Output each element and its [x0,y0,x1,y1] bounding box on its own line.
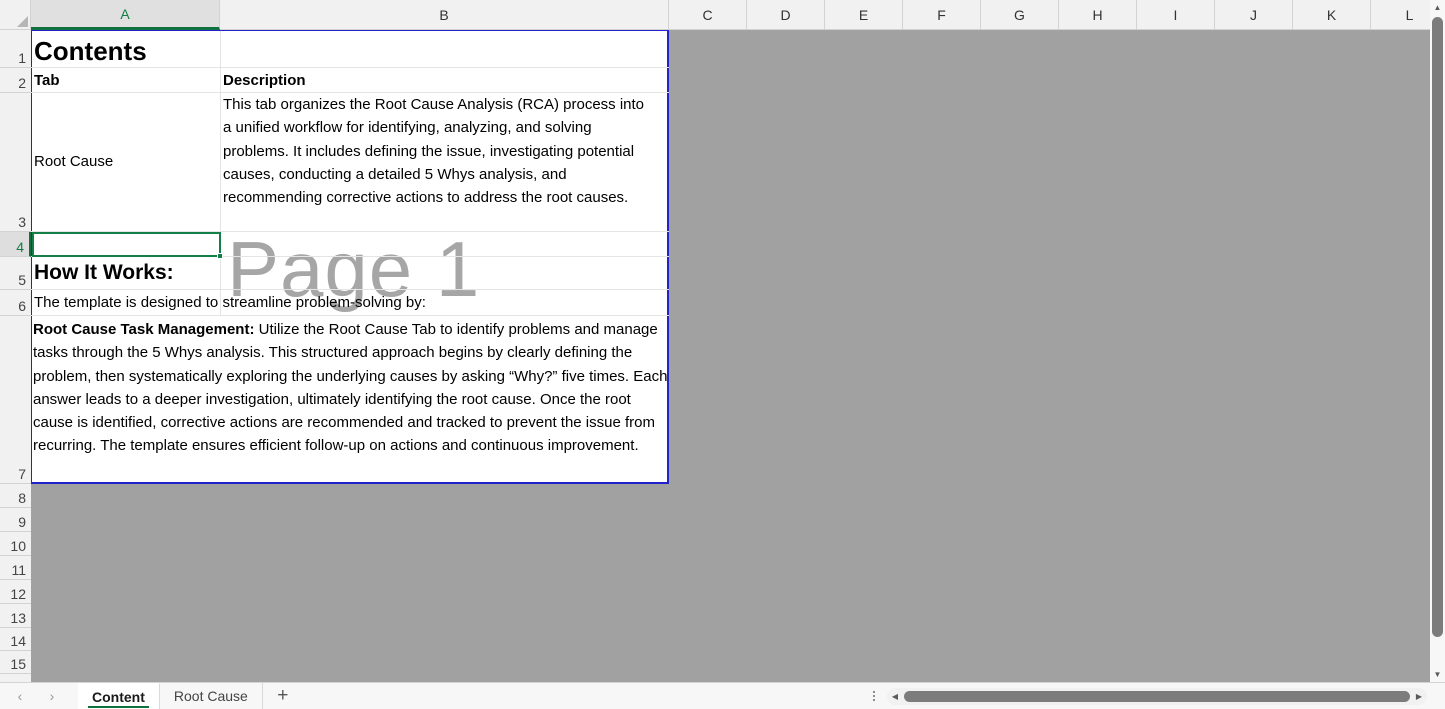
column-header-f[interactable]: F [903,0,981,30]
row-header-5[interactable]: 5 [0,257,31,290]
grid-body[interactable]: Page 1 Contents Tab Description Root Cau… [31,30,1430,682]
spreadsheet-app: ABCDEFGHIJKL 12345678910111213141516 Pag… [0,0,1445,709]
column-header-j[interactable]: J [1215,0,1293,30]
row-header-7[interactable]: 7 [0,316,31,484]
select-all-corner[interactable] [0,0,31,30]
row-header-2[interactable]: 2 [0,68,31,93]
column-header-strip: ABCDEFGHIJKL [0,0,1445,30]
print-area-top-border [31,30,669,31]
column-header-g[interactable]: G [981,0,1059,30]
cell-A6[interactable]: The template is designed to streamline p… [34,291,634,315]
row-header-12[interactable]: 12 [0,580,31,604]
column-header-i[interactable]: I [1137,0,1215,30]
column-header-k[interactable]: K [1293,0,1371,30]
row-header-strip: 12345678910111213141516 [0,30,31,697]
row-header-6[interactable]: 6 [0,290,31,316]
cell-A5-text: How It Works: [34,261,174,284]
sheet-tab-bar: ‹ › Content Root Cause + ◀ ▶ [0,682,1445,709]
cell-A3-text: Root Cause [34,153,114,171]
row-header-3[interactable]: 3 [0,93,31,232]
horizontal-scrollbar[interactable]: ◀ ▶ [887,687,1427,705]
horizontal-scroll-thumb[interactable] [904,690,1410,702]
column-header-c[interactable]: C [669,0,747,30]
sheet-tabs-list: Content Root Cause [78,682,263,709]
cell-A1-text: Contents [34,36,147,66]
cell-A6-text: The template is designed to streamline p… [34,294,426,311]
row-header-4[interactable]: 4 [0,232,31,257]
sheet-tab-content[interactable]: Content [78,682,160,709]
cell-A7-lead-text: Root Cause Task Management: [33,321,255,338]
prev-sheet-arrow-icon[interactable]: ‹ [12,688,28,704]
column-header-d[interactable]: D [747,0,825,30]
row-header-11[interactable]: 11 [0,556,31,580]
cell-A1[interactable]: Contents [34,34,218,67]
scroll-left-arrow-icon[interactable]: ◀ [887,692,903,701]
vertical-scroll-thumb[interactable] [1432,17,1443,637]
row-header-14[interactable]: 14 [0,628,31,651]
cells-layer: Contents Tab Description Root Cause This… [31,30,669,484]
row-header-10[interactable]: 10 [0,532,31,556]
vertical-scrollbar[interactable]: ▲ ▼ [1430,0,1445,682]
cell-A3[interactable]: Root Cause [34,93,218,231]
horizontal-split-handle[interactable] [861,690,887,702]
column-header-h[interactable]: H [1059,0,1137,30]
row-header-1[interactable]: 1 [0,30,31,68]
gridline-col-a-b [220,30,221,315]
column-header-b[interactable]: B [220,0,669,30]
cell-B3[interactable]: This tab organizes the Root Cause Analys… [223,93,653,233]
fill-handle[interactable] [217,253,223,259]
cell-A7-body-text: Utilize the Root Cause Tab to identify p… [33,321,668,455]
cell-B2-text: Description [223,72,306,89]
scroll-up-arrow-icon[interactable]: ▲ [1430,0,1445,15]
row-header-15[interactable]: 15 [0,651,31,674]
active-cell-indicator[interactable] [32,232,223,259]
gridline-row6 [31,315,669,316]
column-header-e[interactable]: E [825,0,903,30]
cell-A2-text: Tab [34,72,60,89]
row-header-13[interactable]: 13 [0,604,31,628]
scroll-down-arrow-icon[interactable]: ▼ [1430,667,1445,682]
row-header-9[interactable]: 9 [0,508,31,532]
cell-B2[interactable]: Description [223,69,663,92]
next-sheet-arrow-icon[interactable]: › [44,688,60,704]
gridline-row1 [31,67,669,68]
cell-A2[interactable]: Tab [34,69,218,92]
column-header-a[interactable]: A [31,0,220,30]
sheet-nav-arrows: ‹ › [12,688,60,704]
cell-A5[interactable]: How It Works: [34,258,218,289]
scroll-right-arrow-icon[interactable]: ▶ [1411,692,1427,701]
row-header-8[interactable]: 8 [0,484,31,508]
gridline-row5 [31,289,669,290]
cell-A7[interactable]: Root Cause Task Management: Utilize the … [33,318,669,483]
add-sheet-button[interactable]: + [263,685,303,707]
cell-B3-text: This tab organizes the Root Cause Analys… [223,96,645,207]
sheet-tab-root-cause[interactable]: Root Cause [159,682,263,709]
